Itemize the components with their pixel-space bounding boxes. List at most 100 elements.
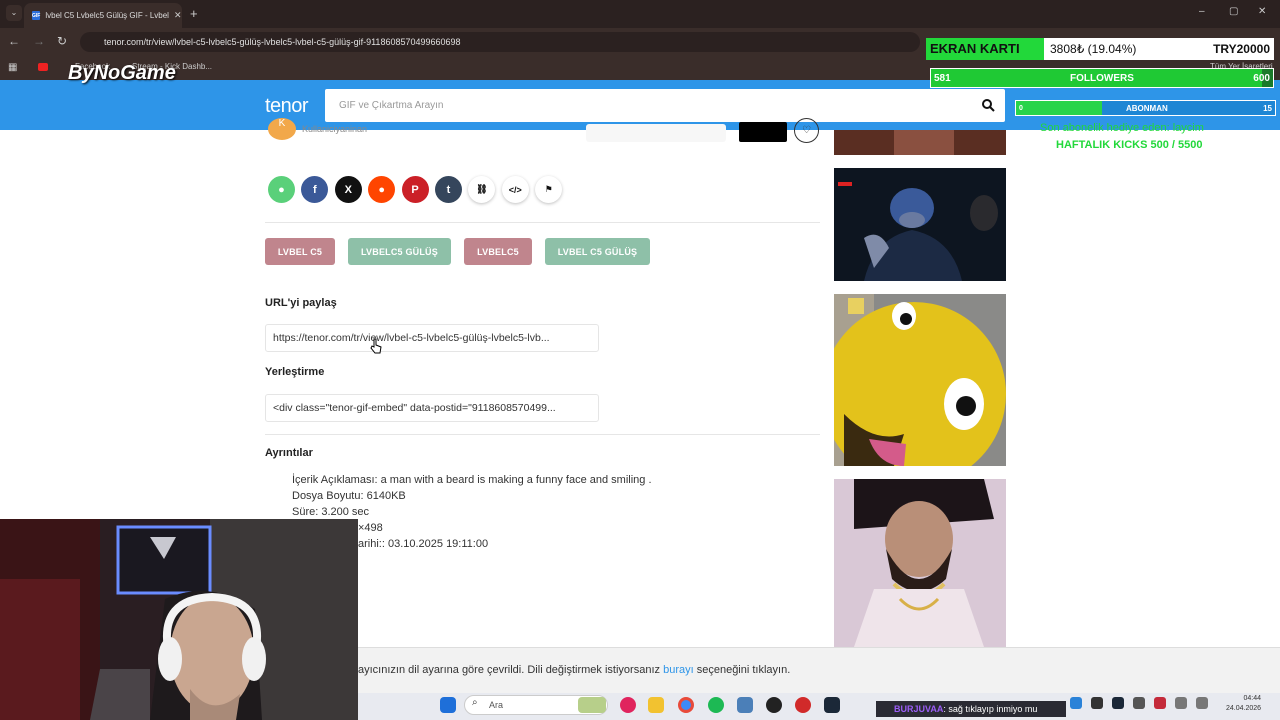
media-player-icon[interactable] [620, 697, 636, 713]
tab-title: lvbel C5 Lvbelc5 Gülüş GIF - Lvbel [45, 11, 169, 20]
ekran-goal: TRY20000 [1213, 42, 1270, 56]
active-tab[interactable]: GIF lvbel C5 Lvbelc5 Gülüş GIF - Lvbel ✕ [24, 3, 182, 28]
flag-icon[interactable]: ⚑ [535, 176, 563, 203]
tab-search-chevron-icon[interactable]: ⌄ [6, 5, 22, 21]
tray-icon[interactable] [1091, 697, 1103, 709]
tag-lvbelc5-gulus[interactable]: LVBELC5 GÜLÜŞ [348, 238, 451, 265]
x-icon[interactable]: X [334, 176, 362, 203]
search-icon[interactable] [981, 98, 995, 112]
widgets-icon[interactable] [578, 697, 606, 713]
embed-code-field[interactable]: <div class="tenor-gif-embed" data-postid… [265, 394, 599, 422]
ekran-label: EKRAN KARTI [926, 38, 1044, 60]
tumblr-icon[interactable]: t [434, 176, 462, 203]
gif-favicon-icon: GIF [32, 11, 41, 20]
address-bar[interactable]: tenor.com/tr/view/lvbel-c5-lvbelc5-gülüş… [80, 32, 920, 52]
abonman-label: ABONMAN [1126, 103, 1168, 113]
embed-title: Yerleştirme [265, 366, 325, 378]
followers-label: FOLLOWERS [1070, 72, 1134, 84]
tag-lvbel-c5[interactable]: LVBEL C5 [265, 238, 335, 265]
new-tab-button[interactable]: + [190, 6, 198, 21]
ekran-karti-goal: EKRAN KARTI 3808₺ (19.04%) TRY20000 [926, 38, 1274, 60]
taskbar-search-icon: ⌕ [472, 697, 478, 708]
tray-icon[interactable] [1070, 697, 1082, 709]
language-notice-text-end: seçeneğini tıklayın. [696, 664, 791, 676]
obs-icon[interactable] [766, 697, 782, 713]
chat-overlay-line: BURJUVAA: sağ tıklayıp inmiyo mu [876, 701, 1066, 717]
abonman-goal-bar: 0 ABONMAN 15 [1015, 100, 1276, 116]
tray-icon[interactable] [1133, 697, 1145, 709]
related-gif-thumbnail[interactable] [834, 168, 1006, 281]
tag-lvbelc5[interactable]: LVBELC5 [464, 238, 532, 265]
divider [265, 222, 820, 223]
spotify-icon[interactable] [708, 697, 724, 713]
windows-start-icon[interactable] [440, 697, 456, 713]
last-gift-sub: Son abonelik hediye eden: laycim [1040, 122, 1204, 134]
back-arrow-icon[interactable]: ← [8, 34, 20, 48]
language-notice-text: ayıcınızın dil ayarına göre çevrildi. Di… [358, 664, 661, 676]
abonman-goal: 15 [1263, 103, 1272, 113]
share-icons-row: ● f X ● Pt ⛓ </> ⚑ [268, 176, 563, 203]
share-url-title: URL'yi paylaş [265, 297, 337, 309]
abonman-current: 0 [1019, 104, 1023, 112]
chat-message: : sağ tıklayıp inmiyo mu [943, 704, 1038, 714]
followers-goal: 600 [1253, 72, 1270, 84]
language-change-link[interactable]: burayı [663, 664, 694, 676]
file-explorer-icon[interactable] [648, 697, 664, 713]
embed-icon[interactable]: </> [501, 176, 529, 203]
detail-duration: Süre: 3.200 sec [292, 506, 370, 518]
apps-grid-icon[interactable]: ▦ [8, 62, 17, 73]
minimize-button[interactable]: – [1199, 6, 1205, 17]
chrome-icon[interactable] [678, 697, 694, 713]
bynogame-logo: ByNoGame [68, 62, 176, 84]
system-tray [1070, 697, 1208, 709]
search-input[interactable]: GIF ve Çıkartma Arayın [325, 89, 1005, 122]
steam-icon[interactable] [824, 697, 840, 713]
tray-icon[interactable] [1154, 697, 1166, 709]
facebook-icon[interactable]: f [301, 176, 329, 203]
chat-username: BURJUVAA [894, 704, 944, 714]
pinterest-icon[interactable]: P [401, 176, 429, 203]
youtube-icon[interactable] [38, 63, 48, 71]
app-icon[interactable] [795, 697, 811, 713]
uploader-avatar[interactable]: K [268, 118, 296, 140]
webcam-feed [0, 519, 358, 720]
favorite-heart-icon[interactable]: ♡ [794, 118, 819, 143]
link-icon[interactable]: ⛓ [468, 176, 496, 203]
settings-icon[interactable] [737, 697, 753, 713]
size-toggle[interactable] [586, 124, 726, 142]
language-notice-bar: ayıcınızın dil ayarına göre çevrildi. Di… [358, 647, 1280, 693]
detail-dimensions: ×498 [358, 522, 383, 534]
share-button[interactable] [739, 122, 787, 142]
related-gif-thumbnail[interactable] [834, 294, 1006, 466]
clock-date: 24.04.2026 [1226, 705, 1262, 712]
tab-close-icon[interactable]: ✕ [174, 10, 182, 21]
close-window-button[interactable]: ✕ [1258, 6, 1266, 17]
maximize-button[interactable]: ▢ [1229, 6, 1238, 17]
abonman-progress-fill [1016, 101, 1102, 115]
steam-tray-icon[interactable] [1112, 697, 1124, 709]
hand-cursor-icon [370, 338, 382, 354]
tenor-logo[interactable]: tenor [265, 95, 309, 118]
share-url-field[interactable]: https://tenor.com/tr/view/lvbel-c5-lvbel… [265, 324, 599, 352]
message-icon[interactable]: ● [268, 176, 295, 203]
followers-goal-bar: 581 FOLLOWERS 600 [930, 68, 1274, 88]
microphone-icon[interactable] [1175, 697, 1187, 709]
reload-icon[interactable]: ↻ [57, 34, 67, 48]
followers-current: 581 [934, 72, 951, 84]
details-title: Ayrıntılar [265, 447, 313, 459]
detail-file-size: Dosya Boyutu: 6140KB [292, 490, 406, 502]
weekly-kicks: HAFTALIK KICKS 500 / 5500 [1056, 139, 1203, 151]
uploader-name[interactable]: Kullaniciyaninan [302, 124, 367, 134]
taskbar-clock[interactable]: 04:44 24.04.2026 [1226, 694, 1261, 714]
detail-description: İçerik Açıklaması: a man with a beard is… [292, 474, 652, 486]
network-icon[interactable] [1196, 697, 1208, 709]
forward-arrow-icon[interactable]: → [33, 34, 45, 48]
reddit-icon[interactable]: ● [368, 176, 396, 203]
clock-time: 04:44 [1243, 695, 1262, 702]
divider [265, 434, 820, 435]
tag-lvbel-c5-gulus[interactable]: LVBEL C5 GÜLÜŞ [545, 238, 650, 265]
detail-date: arihi:: 03.10.2025 19:11:00 [358, 538, 489, 550]
related-gif-thumbnail[interactable] [834, 479, 1006, 647]
ekran-value: 3808₺ (19.04%) [1050, 42, 1137, 56]
related-gif-thumbnail[interactable] [834, 130, 1006, 155]
